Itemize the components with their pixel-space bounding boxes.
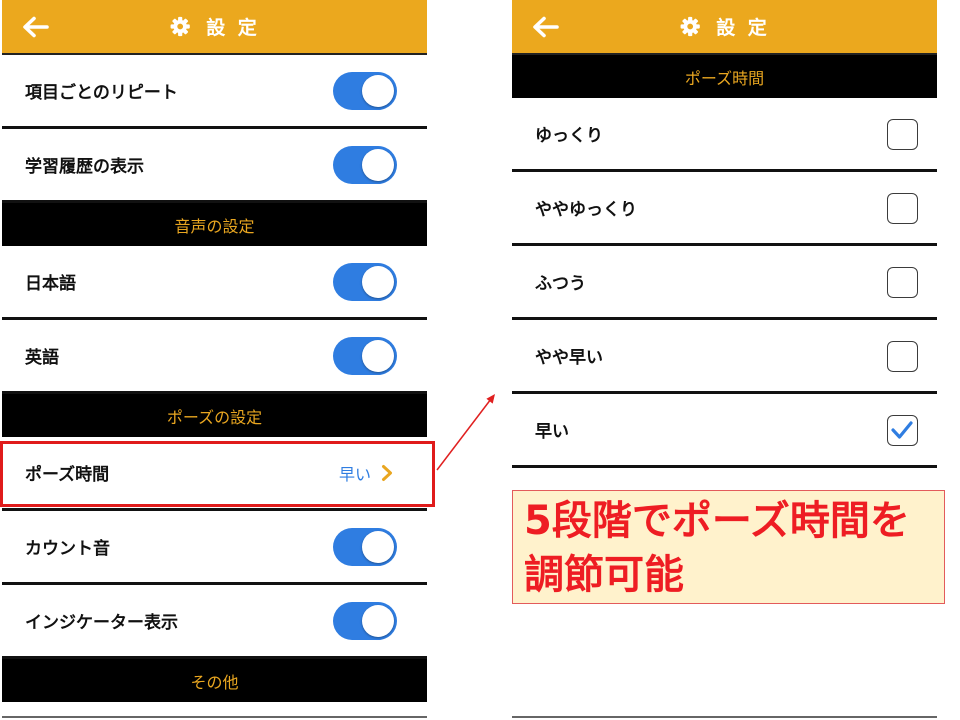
count-sound-toggle[interactable] [333, 527, 397, 566]
show-history-toggle[interactable] [333, 145, 397, 184]
section-header-pause: ポーズの設定 [2, 394, 427, 437]
option-label: ふつう [535, 274, 586, 294]
setting-label: インジケーター表示 [25, 613, 178, 633]
toggle-knob [362, 339, 394, 372]
back-button[interactable] [22, 16, 49, 38]
option-checkbox[interactable] [887, 266, 918, 298]
japanese-audio-toggle[interactable] [333, 262, 397, 301]
setting-label: 英語 [25, 348, 59, 368]
header-title-group: 設 定 [679, 0, 770, 53]
bottom-divider [2, 716, 427, 718]
option-row-normal[interactable]: ふつう [512, 246, 937, 320]
option-checkbox[interactable] [887, 118, 918, 150]
toggle-knob [362, 265, 394, 298]
checkmark-icon [891, 420, 913, 439]
section-title: 音声の設定 [174, 216, 255, 236]
callout-box: 5段階でポーズ時間を 調節可能 [512, 490, 945, 604]
settings-screen: 設 定 項目ごとのリピート 学習履歴の表示 音声の設定 日本語 英語 ポーズの設… [2, 0, 427, 720]
setting-row-english: 英語 [2, 320, 427, 394]
gear-icon [170, 16, 190, 37]
bottom-divider [512, 716, 937, 718]
option-label: 早い [535, 422, 569, 442]
toggle-knob [362, 604, 394, 637]
setting-label: 学習履歴の表示 [25, 157, 144, 177]
repeat-each-item-toggle[interactable] [333, 71, 397, 110]
setting-label: 項目ごとのリピート [25, 83, 178, 103]
option-label: ややゆっくり [535, 200, 637, 220]
option-row-slightly-slow[interactable]: ややゆっくり [512, 172, 937, 246]
section-header-audio: 音声の設定 [2, 203, 427, 246]
back-button[interactable] [532, 16, 559, 38]
app-header: 設 定 [512, 0, 937, 55]
option-checkbox[interactable] [887, 192, 918, 224]
option-checkbox[interactable] [887, 340, 918, 372]
section-header-other: その他 [2, 659, 427, 702]
pause-time-highlight-box [0, 441, 435, 507]
setting-row-repeat-each-item: 項目ごとのリピート [2, 55, 427, 129]
arrow-left-icon [23, 16, 49, 38]
setting-label: カウント音 [25, 539, 110, 559]
option-label: ゆっくり [535, 126, 603, 146]
option-label: やや早い [535, 348, 603, 368]
toggle-knob [362, 148, 394, 181]
callout-text-line: 5段階でポーズ時間を [524, 498, 910, 544]
toggle-knob [362, 530, 394, 563]
page-title: 設 定 [716, 17, 770, 39]
toggle-knob [362, 74, 394, 107]
indicator-toggle[interactable] [333, 601, 397, 640]
gear-icon [680, 16, 700, 37]
app-header: 設 定 [2, 0, 427, 55]
setting-row-show-history: 学習履歴の表示 [2, 129, 427, 203]
setting-label: 日本語 [25, 274, 76, 294]
section-header-pause-time: ポーズ時間 [512, 55, 937, 98]
option-checkbox[interactable] [887, 414, 918, 446]
setting-row-indicator: インジケーター表示 [2, 585, 427, 659]
callout-text-line: 調節可能 [524, 552, 684, 598]
option-row-fast[interactable]: 早い [512, 394, 937, 468]
page-title: 設 定 [206, 17, 260, 39]
english-audio-toggle[interactable] [333, 336, 397, 375]
section-title: ポーズの設定 [166, 407, 263, 427]
section-title: ポーズ時間 [684, 68, 765, 88]
arrow-left-icon [533, 16, 559, 38]
setting-row-count-sound: カウント音 [2, 511, 427, 585]
section-title: その他 [190, 672, 239, 692]
header-title-group: 設 定 [169, 0, 260, 53]
pause-time-screen: 設 定 ポーズ時間 ゆっくり ややゆっくり ふつう やや早い 早い [512, 0, 937, 720]
option-row-slow[interactable]: ゆっくり [512, 98, 937, 172]
setting-row-japanese: 日本語 [2, 246, 427, 320]
option-row-slightly-fast[interactable]: やや早い [512, 320, 937, 394]
